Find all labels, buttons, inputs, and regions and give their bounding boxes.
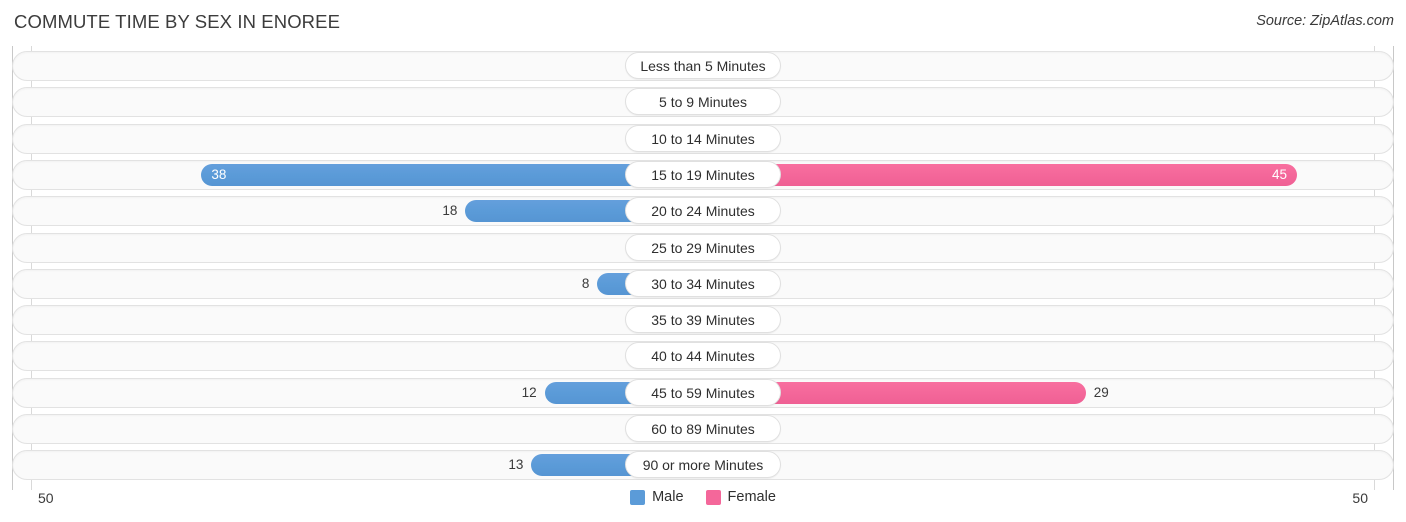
legend-label: Male — [652, 489, 684, 505]
category-label[interactable]: 90 or more Minutes — [625, 451, 781, 479]
category-label[interactable]: 45 to 59 Minutes — [625, 378, 781, 406]
value-label-male: 13 — [508, 457, 524, 473]
value-label-male: 38 — [211, 166, 227, 182]
bar-female[interactable] — [703, 163, 1297, 186]
category-label[interactable]: 35 to 39 Minutes — [625, 306, 781, 334]
chart-header: COMMUTE TIME BY SEX IN ENOREE Source: Zi… — [0, 0, 1406, 44]
source-label: Source: ZipAtlas.com — [1256, 13, 1394, 29]
category-label[interactable]: 30 to 34 Minutes — [625, 269, 781, 297]
value-label-female: 45 — [1271, 166, 1287, 182]
chart-plot-area: 00Less than 5 Minutes005 to 9 Minutes001… — [12, 46, 1394, 490]
chart-legend: Male Female — [0, 489, 1406, 505]
category-label[interactable]: 20 to 24 Minutes — [625, 197, 781, 225]
legend-swatch-icon — [705, 489, 721, 505]
value-label-male: 12 — [521, 384, 537, 400]
category-label[interactable]: 25 to 29 Minutes — [625, 233, 781, 261]
value-label-male: 18 — [442, 203, 458, 219]
chart-footer: 50 50 Male Female — [0, 486, 1406, 522]
page-title: COMMUTE TIME BY SEX IN ENOREE — [14, 11, 341, 32]
category-label[interactable]: 60 to 89 Minutes — [625, 415, 781, 442]
value-label-female: 29 — [1093, 384, 1109, 400]
legend-item-male[interactable]: Male — [630, 489, 684, 505]
legend-swatch-icon — [630, 489, 646, 505]
legend-label: Female — [727, 489, 776, 505]
category-label[interactable]: 10 to 14 Minutes — [625, 124, 781, 152]
category-label[interactable]: Less than 5 Minutes — [625, 52, 781, 79]
value-label-male: 8 — [581, 275, 590, 291]
category-label[interactable]: 15 to 19 Minutes — [625, 160, 781, 188]
category-label[interactable]: 5 to 9 Minutes — [625, 88, 781, 116]
category-label[interactable]: 40 to 44 Minutes — [625, 342, 781, 370]
legend-item-female[interactable]: Female — [705, 489, 776, 505]
